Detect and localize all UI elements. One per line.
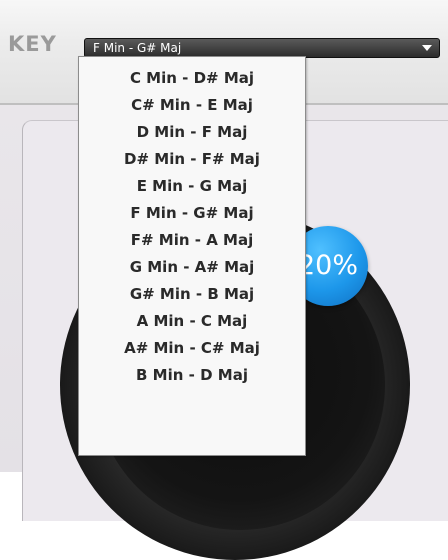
key-select-value: F Min - G# Maj — [93, 41, 182, 55]
key-option[interactable]: B Min - D Maj — [79, 362, 305, 388]
key-option[interactable]: G# Min - B Maj — [79, 281, 305, 307]
key-option[interactable]: D Min - F Maj — [79, 119, 305, 145]
key-option[interactable]: A Min - C Maj — [79, 308, 305, 334]
key-select[interactable]: F Min - G# Maj — [84, 38, 440, 58]
key-option[interactable]: A# Min - C# Maj — [79, 335, 305, 361]
key-option[interactable]: F# Min - A Maj — [79, 227, 305, 253]
key-option[interactable]: G Min - A# Maj — [79, 254, 305, 280]
key-option[interactable]: C# Min - E Maj — [79, 92, 305, 118]
key-option[interactable]: D# Min - F# Maj — [79, 146, 305, 172]
key-option[interactable]: F Min - G# Maj — [79, 200, 305, 226]
key-label: KEY — [8, 32, 57, 56]
key-option[interactable]: C Min - D# Maj — [79, 65, 305, 91]
key-dropdown-list: C Min - D# Maj C# Min - E Maj D Min - F … — [78, 56, 306, 456]
key-option[interactable]: E Min - G Maj — [79, 173, 305, 199]
chevron-down-icon[interactable] — [422, 45, 432, 51]
